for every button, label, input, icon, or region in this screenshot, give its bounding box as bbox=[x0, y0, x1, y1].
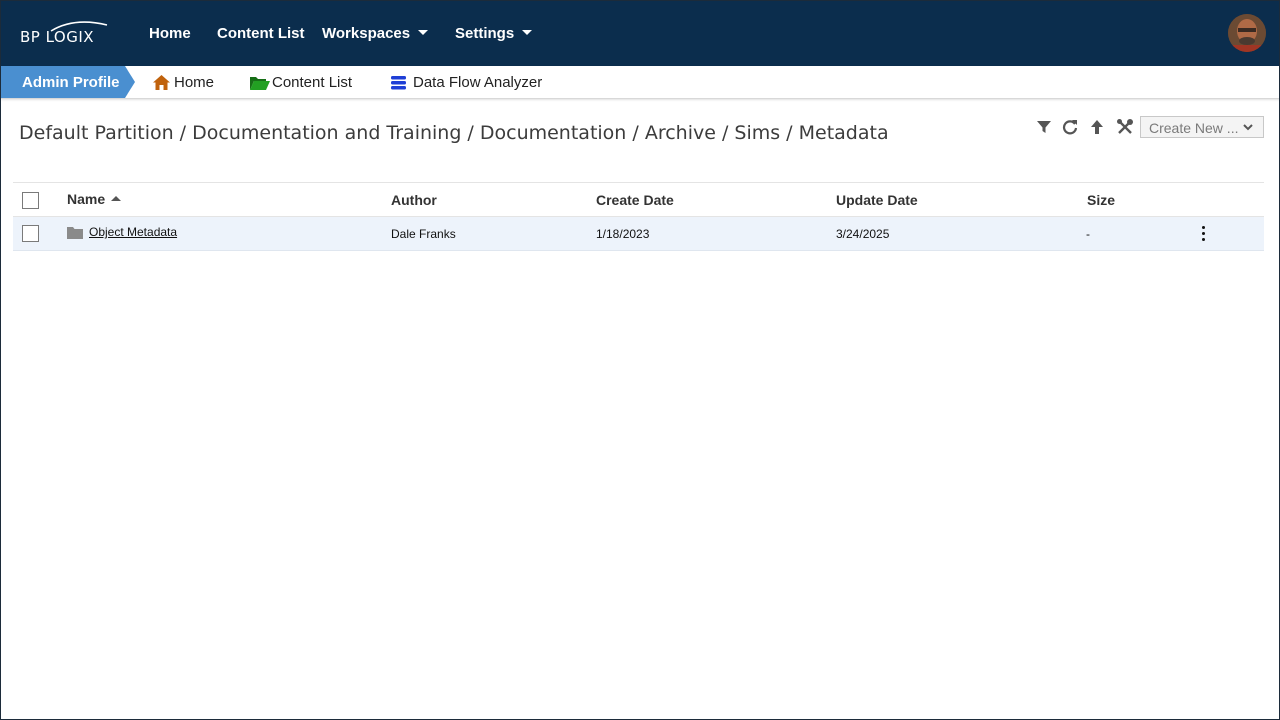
column-header-update-date[interactable]: Update Date bbox=[836, 192, 918, 208]
breadcrumb-tab-bar: Admin Profile Home Content List Data Flo… bbox=[1, 66, 1279, 99]
home-icon bbox=[153, 75, 170, 90]
app-window: BP LOGIX Home Content List Workspaces Se… bbox=[0, 0, 1280, 720]
folder-path: Default Partition / Documentation and Tr… bbox=[19, 122, 889, 144]
folder-open-icon bbox=[250, 77, 270, 90]
quicklink-home-label: Home bbox=[174, 74, 215, 91]
logo-text: BP LOGIX bbox=[20, 28, 95, 46]
create-new-dropdown[interactable]: Create New ... bbox=[1140, 116, 1264, 138]
admin-profile-label: Admin Profile bbox=[22, 74, 120, 91]
admin-profile-tab[interactable]: Admin Profile bbox=[1, 66, 136, 98]
table-header-row: Name Author Create Date Update Date Size bbox=[13, 182, 1264, 217]
quicklink-content-list[interactable]: Content List bbox=[250, 74, 352, 91]
caret-down-icon bbox=[418, 29, 429, 35]
caret-down-icon bbox=[522, 29, 533, 35]
nav-content-list[interactable]: Content List bbox=[217, 25, 305, 42]
refresh-icon[interactable] bbox=[1061, 118, 1079, 136]
item-size: - bbox=[1086, 227, 1090, 241]
item-author: Dale Franks bbox=[391, 227, 456, 241]
content-table: Name Author Create Date Update Date Size… bbox=[13, 182, 1264, 251]
column-header-create-date[interactable]: Create Date bbox=[596, 192, 674, 208]
quicklink-content-list-label: Content List bbox=[272, 74, 353, 91]
item-name-link[interactable]: Object Metadata bbox=[67, 225, 177, 239]
nav-workspaces[interactable]: Workspaces bbox=[322, 25, 429, 42]
create-new-label: Create New ... bbox=[1149, 120, 1239, 136]
bplogix-logo[interactable]: BP LOGIX bbox=[19, 19, 109, 47]
filter-icon[interactable] bbox=[1035, 118, 1053, 136]
column-header-author[interactable]: Author bbox=[391, 192, 437, 208]
tools-icon[interactable] bbox=[1116, 118, 1134, 136]
up-arrow-icon[interactable] bbox=[1088, 118, 1106, 136]
database-icon bbox=[391, 75, 406, 89]
user-photo-icon bbox=[1228, 14, 1266, 52]
item-create-date: 1/18/2023 bbox=[596, 227, 650, 241]
column-header-name-label: Name bbox=[67, 191, 106, 207]
column-header-size[interactable]: Size bbox=[1087, 192, 1115, 208]
folder-icon bbox=[67, 226, 83, 239]
nav-content-list-label: Content List bbox=[217, 25, 305, 42]
select-all-checkbox[interactable] bbox=[22, 192, 39, 209]
column-header-name[interactable]: Name bbox=[67, 191, 122, 207]
table-row[interactable]: Object Metadata Dale Franks 1/18/2023 3/… bbox=[13, 217, 1264, 251]
user-avatar[interactable] bbox=[1228, 14, 1266, 52]
row-select-checkbox[interactable] bbox=[22, 225, 39, 242]
nav-home-label: Home bbox=[149, 25, 191, 42]
nav-settings-label: Settings bbox=[455, 25, 515, 42]
item-name-text: Object Metadata bbox=[89, 225, 178, 239]
sort-ascending-icon bbox=[111, 195, 122, 201]
quicklink-data-flow-analyzer[interactable]: Data Flow Analyzer bbox=[390, 74, 542, 91]
quicklink-home[interactable]: Home bbox=[153, 74, 214, 91]
chevron-down-icon bbox=[1243, 124, 1253, 131]
nav-workspaces-label: Workspaces bbox=[322, 25, 411, 42]
row-actions-menu-icon[interactable] bbox=[1197, 226, 1209, 244]
top-navigation-bar: BP LOGIX Home Content List Workspaces Se… bbox=[1, 1, 1279, 66]
nav-settings[interactable]: Settings bbox=[455, 25, 533, 42]
quicklink-data-flow-analyzer-label: Data Flow Analyzer bbox=[413, 74, 543, 91]
item-update-date: 3/24/2025 bbox=[836, 227, 890, 241]
nav-home[interactable]: Home bbox=[149, 25, 191, 42]
